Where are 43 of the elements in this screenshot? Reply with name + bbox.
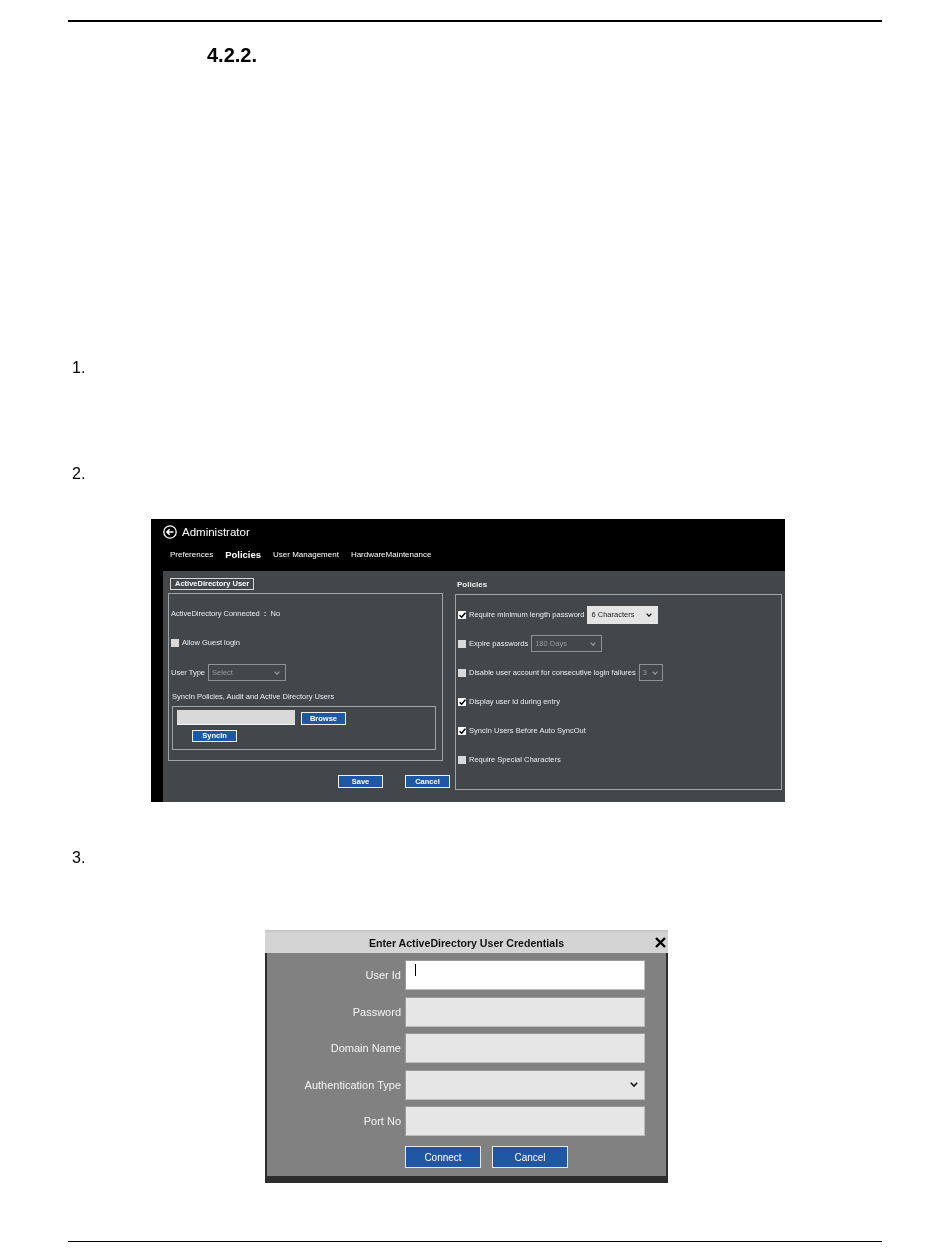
step-number: 1.	[72, 359, 86, 377]
checkbox[interactable]	[458, 668, 466, 677]
checkbox[interactable]	[171, 639, 179, 647]
close-icon[interactable]	[655, 937, 666, 948]
checkbox[interactable]	[458, 755, 466, 764]
dropdown-field[interactable]	[405, 1069, 645, 1100]
field-label: Password	[351, 1005, 401, 1018]
step-number: 2.	[72, 465, 86, 483]
checkbox[interactable]	[458, 610, 466, 619]
cancel-button[interactable]: Cancel	[492, 1146, 568, 1168]
tab[interactable]: HardwareMaintenance	[350, 549, 432, 561]
field-label: Domain Name	[329, 1042, 401, 1054]
status-separator: :	[263, 609, 267, 619]
field-label: Authentication Type	[303, 1078, 401, 1091]
check-icon	[458, 698, 466, 705]
check-icon	[458, 727, 466, 734]
checkbox[interactable]	[458, 726, 466, 735]
section-number: 4.2.2.	[207, 44, 258, 66]
input-field[interactable]	[405, 996, 645, 1027]
dialog-title: Enter ActiveDirectory User Credentials	[368, 936, 565, 949]
connect-button[interactable]: Connect	[405, 1146, 481, 1168]
chevron-down-icon	[646, 612, 653, 617]
chevron-down-icon	[630, 1082, 638, 1087]
field-label: Port No	[362, 1115, 401, 1127]
back-arrow-icon[interactable]	[163, 525, 177, 539]
input-field[interactable]	[405, 1033, 645, 1063]
chevron-down-icon	[274, 670, 281, 675]
check-icon	[458, 611, 466, 618]
panel-title: Policies	[457, 580, 488, 590]
step-number: 3.	[72, 849, 86, 867]
field-label: User Id	[364, 969, 401, 981]
window-title: Administrator	[182, 525, 250, 539]
file-path-field[interactable]	[177, 710, 295, 725]
tab[interactable]: Preferences	[170, 549, 214, 561]
input-field[interactable]	[405, 1106, 645, 1136]
chevron-down-icon	[590, 641, 597, 646]
tab[interactable]: Policies	[225, 549, 262, 561]
tab[interactable]: User Management	[273, 549, 339, 561]
checkbox[interactable]	[458, 639, 466, 648]
input-field[interactable]	[405, 960, 645, 990]
text-cursor-icon	[415, 964, 416, 976]
checkbox[interactable]	[458, 697, 466, 706]
chevron-down-icon	[651, 670, 658, 675]
